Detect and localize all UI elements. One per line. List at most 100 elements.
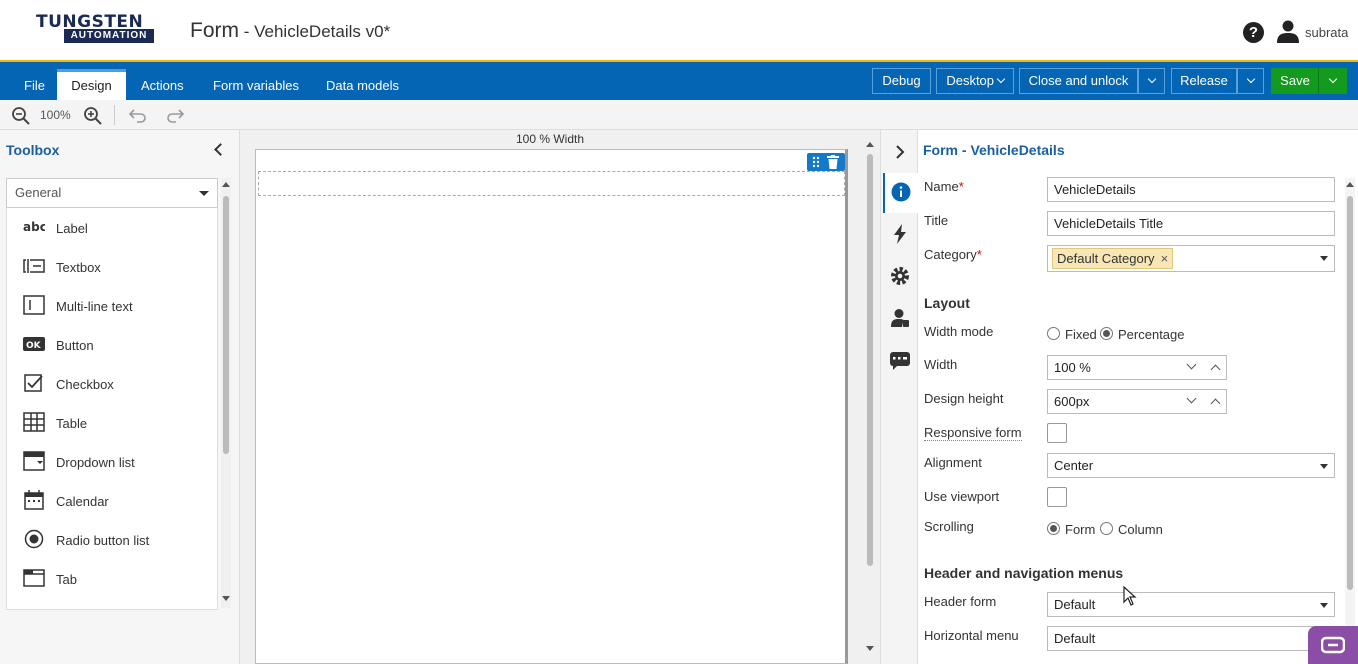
tab-design[interactable]: Design — [57, 69, 126, 100]
toolbox-item-checkbox[interactable]: Checkbox — [7, 364, 217, 403]
properties-title: Form - VehicleDetails — [923, 142, 1065, 158]
drag-handle-icon[interactable] — [812, 156, 820, 168]
tab-file[interactable]: File — [12, 69, 57, 100]
tab-actions[interactable]: Actions — [129, 69, 196, 100]
redo-icon[interactable] — [166, 106, 186, 126]
scroll-thumb[interactable] — [867, 154, 873, 566]
desktop-dropdown[interactable]: Desktop — [936, 68, 1014, 94]
user-name[interactable]: subrata — [1305, 25, 1348, 40]
toolbox-item-label[interactable]: abc Label — [7, 208, 217, 247]
category-select[interactable]: Default Category × — [1047, 245, 1335, 272]
undo-icon[interactable] — [127, 106, 147, 126]
frame-tools — [807, 153, 845, 171]
toolbox-category-select[interactable]: General — [6, 178, 218, 208]
tab-data-models[interactable]: Data models — [314, 69, 411, 100]
width-mode-percentage-radio[interactable] — [1100, 327, 1113, 340]
properties-panel: Form - VehicleDetails Name* VehicleDetai… — [918, 130, 1358, 664]
toolbox-item-dropdown-list[interactable]: Dropdown list — [7, 442, 217, 481]
collapse-left-icon[interactable] — [214, 143, 227, 156]
scrolling-form-label: Form — [1065, 522, 1096, 537]
toolbox-item-table[interactable]: Table — [7, 403, 217, 442]
width-mode-label: Width mode — [924, 324, 994, 339]
collapse-right-icon[interactable] — [890, 142, 910, 162]
toolbox-item-text: Multi-line text — [56, 299, 133, 314]
width-stepper[interactable]: 100 % — [1047, 355, 1227, 380]
form-canvas[interactable] — [255, 149, 848, 664]
design-canvas-area: 100 % Width — [240, 130, 880, 664]
chevron-down-icon[interactable] — [1186, 359, 1197, 370]
toolbox-item-multiline-text[interactable]: Multi-line text — [7, 286, 217, 325]
scroll-up-icon[interactable] — [1346, 182, 1354, 187]
toolbox-item-text: Checkbox — [56, 377, 114, 392]
release-menu-button[interactable] — [1237, 68, 1264, 94]
close-unlock-button[interactable]: Close and unlock — [1019, 68, 1138, 94]
design-height-stepper[interactable]: 600px — [1047, 389, 1227, 414]
scrolling-form-radio[interactable] — [1047, 522, 1060, 535]
save-button[interactable]: Save — [1271, 68, 1319, 94]
design-height-value: 600px — [1054, 394, 1090, 409]
save-menu-button[interactable] — [1319, 68, 1347, 94]
layout-heading: Layout — [924, 295, 970, 311]
debug-button[interactable]: Debug — [872, 68, 931, 94]
button-icon: OK — [23, 337, 45, 351]
gear-icon[interactable] — [890, 266, 910, 286]
events-lightning-icon[interactable] — [890, 224, 910, 244]
toolbox-item-text: Label — [56, 221, 88, 236]
scroll-thumb[interactable] — [1347, 196, 1353, 590]
form-drop-zone[interactable] — [258, 171, 845, 196]
chevron-down-icon[interactable] — [1186, 393, 1197, 404]
chevron-down-icon — [996, 74, 1005, 84]
use-viewport-label: Use viewport — [924, 489, 1000, 504]
user-icon[interactable] — [1276, 19, 1300, 43]
canvas-width-label: 100 % Width — [515, 132, 585, 146]
label-icon: abc — [23, 220, 45, 234]
toolbox-scrollbar[interactable] — [221, 178, 231, 608]
alignment-select[interactable]: Center — [1047, 453, 1335, 478]
zoom-out-icon[interactable] — [11, 106, 31, 126]
toolbox-item-textbox[interactable]: Textbox — [7, 247, 217, 286]
trash-icon[interactable] — [827, 155, 839, 169]
design-height-label: Design height — [924, 391, 1004, 406]
navigation-form-icon[interactable] — [889, 350, 911, 370]
toolbox-item-text: Table — [56, 416, 88, 431]
desktop-label: Desktop — [946, 73, 995, 88]
use-viewport-checkbox[interactable] — [1047, 487, 1067, 507]
category-tag: Default Category × — [1052, 248, 1174, 269]
chat-widget-button[interactable] — [1308, 626, 1358, 664]
width-mode-fixed-radio[interactable] — [1047, 327, 1060, 340]
canvas-scrollbar[interactable] — [865, 138, 875, 658]
chat-icon — [1321, 636, 1345, 654]
info-icon[interactable] — [891, 182, 911, 202]
toolbox-item-calendar[interactable]: Calendar — [7, 481, 217, 520]
scroll-up-icon[interactable] — [222, 182, 230, 187]
toolbox-item-text: Radio button list — [56, 533, 150, 548]
width-mode-fixed-label: Fixed — [1065, 327, 1097, 342]
toolbox-item-button[interactable]: OK Button — [7, 325, 217, 364]
app-header: TUNGSTEN AUTOMATION Form - VehicleDetail… — [0, 0, 1358, 62]
toolbox-item-radio-button-list[interactable]: Radio button list — [7, 520, 217, 559]
user-permissions-icon[interactable] — [890, 308, 910, 328]
zoom-in-icon[interactable] — [83, 106, 103, 126]
tab-form-variables[interactable]: Form variables — [201, 69, 311, 100]
remove-tag-icon[interactable]: × — [1161, 251, 1169, 266]
caret-down-icon — [1320, 603, 1328, 608]
responsive-form-checkbox[interactable] — [1047, 423, 1067, 443]
scrolling-label: Scrolling — [924, 519, 974, 534]
header-form-select[interactable]: Default — [1047, 592, 1335, 617]
scroll-down-icon[interactable] — [222, 596, 230, 601]
close-unlock-menu-button[interactable] — [1138, 68, 1165, 94]
scroll-down-icon[interactable] — [866, 646, 874, 651]
toolbox-item-tab[interactable]: Tab — [7, 559, 217, 598]
tungsten-logo[interactable]: TUNGSTEN AUTOMATION — [36, 14, 154, 44]
scroll-up-icon[interactable] — [866, 142, 874, 147]
chevron-up-icon[interactable] — [1210, 364, 1221, 375]
horizontal-menu-select[interactable]: Default — [1047, 626, 1335, 651]
help-icon[interactable]: ? — [1243, 22, 1264, 43]
scroll-thumb[interactable] — [223, 196, 229, 454]
chevron-up-icon[interactable] — [1210, 398, 1221, 409]
scrolling-column-radio[interactable] — [1100, 522, 1113, 535]
name-field[interactable]: VehicleDetails — [1047, 177, 1335, 202]
title-field[interactable]: VehicleDetails Title — [1047, 211, 1335, 236]
properties-scrollbar[interactable] — [1345, 178, 1355, 658]
release-button[interactable]: Release — [1171, 68, 1237, 94]
